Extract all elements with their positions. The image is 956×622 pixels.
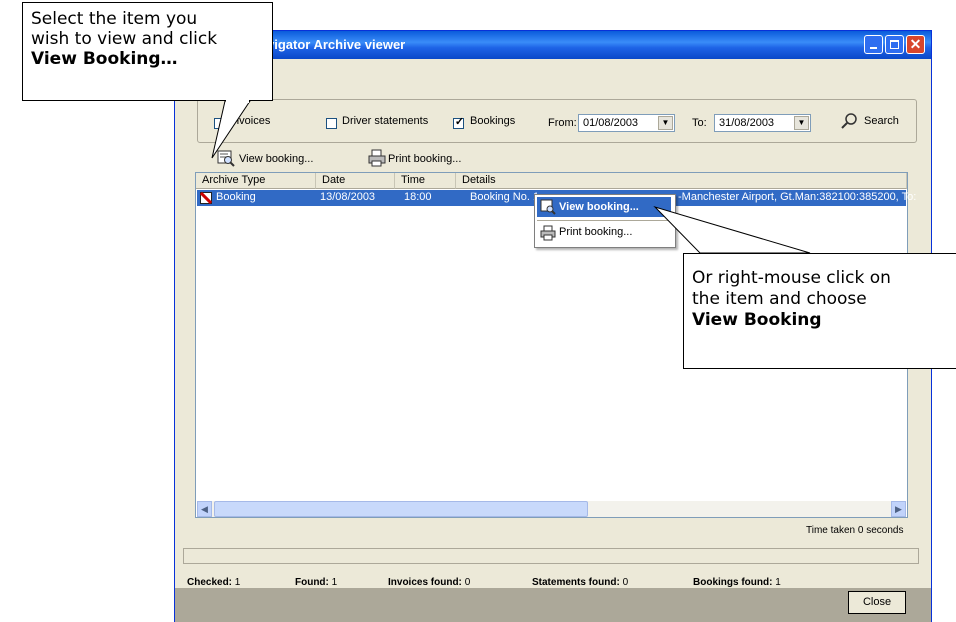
- callout2-line3: View Booking: [692, 310, 822, 330]
- callout-right-click: Or right-mouse click on the item and cho…: [683, 253, 956, 369]
- callout2-bold: View Booking: [692, 310, 822, 330]
- pointer-mask-1: [226, 99, 249, 102]
- callout2-line1: Or right-mouse click on: [692, 268, 891, 288]
- callout2-line2: the item and choose: [692, 289, 867, 309]
